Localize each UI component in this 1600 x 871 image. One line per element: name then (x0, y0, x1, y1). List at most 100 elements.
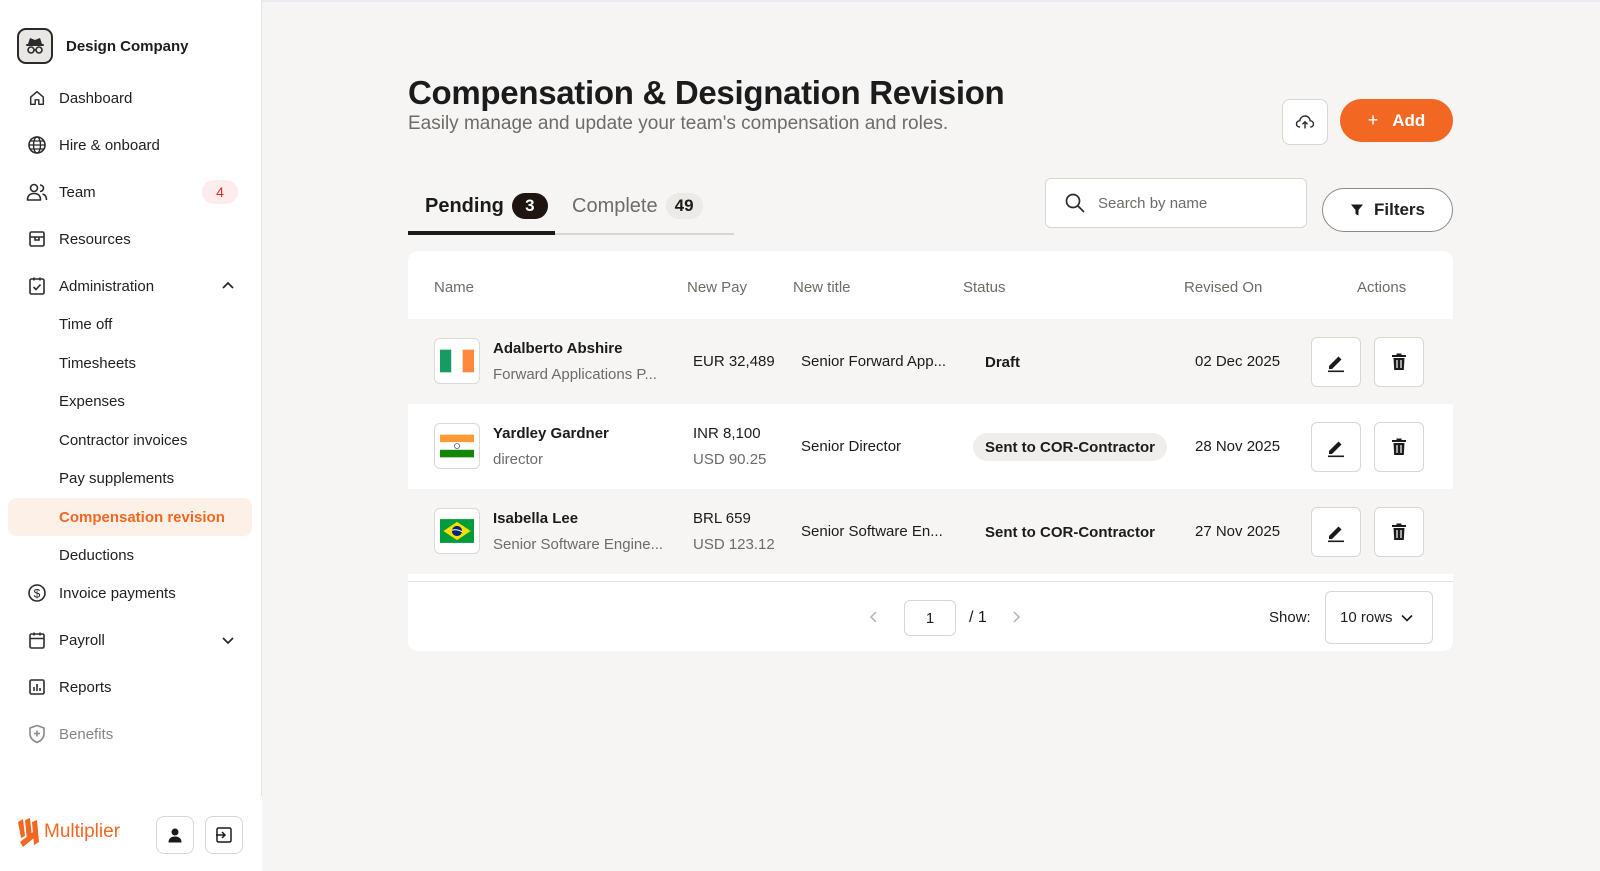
dollar-circle-icon: $ (26, 582, 48, 604)
sidebar-footer: Multiplier (0, 796, 262, 871)
tab-complete[interactable]: Complete 49 (572, 177, 703, 235)
revised-on: 28 Nov 2025 (1195, 438, 1281, 455)
delete-button[interactable] (1374, 507, 1424, 557)
new-title: Senior Software En... (801, 523, 943, 540)
column-header-name[interactable]: Name (434, 279, 474, 296)
sidebar-item-label: Deductions (59, 546, 135, 564)
filters-button-label: Filters (1373, 200, 1426, 219)
sidebar-item-administration[interactable]: Administration (0, 266, 262, 306)
sidebar-item-benefits[interactable]: Benefits (0, 714, 262, 754)
svg-text:$: $ (34, 587, 41, 601)
tab-count-badge: 3 (511, 193, 548, 219)
search-input[interactable] (1098, 194, 1288, 212)
chevron-up-icon (222, 281, 234, 289)
rows-per-page-value: 10 rows (1340, 609, 1393, 626)
sidebar-item-payroll[interactable]: Payroll (0, 620, 262, 660)
column-header-new-title[interactable]: New title (793, 279, 851, 296)
revised-on: 02 Dec 2025 (1195, 353, 1281, 370)
edit-button[interactable] (1311, 507, 1361, 557)
employee-role: Senior Software Engine... (493, 536, 664, 553)
delete-button[interactable] (1374, 337, 1424, 387)
search-icon (1065, 193, 1085, 213)
sidebar-item-label: Hire & onboard (59, 136, 160, 154)
ireland-flag-icon (434, 338, 480, 384)
company-name: Design Company (66, 37, 189, 55)
delete-button[interactable] (1374, 422, 1424, 472)
users-icon (26, 181, 48, 203)
tab-label: Pending (425, 194, 504, 217)
logout-button[interactable] (205, 816, 243, 854)
column-header-new-pay[interactable]: New Pay (687, 279, 747, 296)
tab-count-badge: 49 (665, 193, 703, 219)
main-content: Compensation & Designation Revision Easi… (262, 0, 1600, 871)
sidebar-item-label: Expenses (59, 392, 125, 410)
table-row[interactable]: Yardley Gardner director INR 8,100 USD 9… (408, 404, 1453, 489)
rows-per-page-select[interactable]: 10 rows (1325, 591, 1433, 644)
column-header-revised-on[interactable]: Revised On (1184, 279, 1262, 296)
upload-button[interactable] (1282, 99, 1328, 145)
sidebar-item-invoice-payments[interactable]: $ Invoice payments (0, 573, 262, 613)
sidebar-item-label: Timesheets (59, 354, 136, 372)
sidebar-item-expenses[interactable]: Expenses (8, 382, 252, 420)
revisions-table: Name New Pay New title Status Revised On… (408, 251, 1453, 651)
shield-plus-icon (26, 723, 48, 745)
sidebar-item-label: Resources (59, 230, 131, 248)
status-badge: Sent to COR-Contractor (973, 433, 1167, 461)
trash-icon (1392, 523, 1406, 540)
sidebar-item-time-off[interactable]: Time off (8, 305, 252, 343)
sidebar-item-dashboard[interactable]: Dashboard (0, 78, 262, 118)
multiplier-logo: Multiplier (16, 816, 120, 848)
sidebar-item-team[interactable]: Team 4 (0, 172, 262, 212)
sidebar-item-label: Administration (59, 277, 155, 295)
add-button-label: Add (1392, 110, 1426, 130)
sidebar-item-reports[interactable]: Reports (0, 667, 262, 707)
filters-button[interactable]: Filters (1322, 188, 1453, 232)
brazil-flag-icon (434, 508, 480, 554)
sidebar-item-contractor-invoices[interactable]: Contractor invoices (8, 421, 252, 459)
sidebar-item-timesheets[interactable]: Timesheets (8, 344, 252, 382)
rows-per-page-label: Show: (1269, 609, 1311, 626)
filter-icon (1350, 204, 1363, 216)
revised-on: 27 Nov 2025 (1195, 523, 1281, 540)
edit-button[interactable] (1311, 337, 1361, 387)
add-button[interactable]: + Add (1340, 99, 1453, 142)
sidebar-item-resources[interactable]: Resources (0, 219, 262, 259)
chevron-left-icon[interactable] (868, 610, 880, 624)
sidebar-item-label: Invoice payments (59, 584, 176, 602)
new-pay: BRL 659 (693, 510, 751, 527)
profile-button[interactable] (156, 816, 194, 854)
multiplier-logo-icon (18, 818, 39, 847)
table-row[interactable]: Isabella Lee Senior Software Engine... B… (408, 489, 1453, 574)
chevron-right-icon[interactable] (1010, 610, 1022, 624)
employee-role: director (493, 451, 544, 468)
sidebar-item-deductions[interactable]: Deductions (8, 536, 252, 574)
sidebar-item-compensation-revision[interactable]: Compensation revision (8, 498, 252, 536)
tab-pending[interactable]: Pending 3 (425, 177, 548, 235)
sidebar-item-label: Compensation revision (59, 508, 225, 526)
employee-name[interactable]: Yardley Gardner (493, 425, 609, 442)
sidebar-item-label: Dashboard (59, 89, 133, 107)
status-badge: Sent to COR-Contractor (985, 523, 1155, 541)
new-pay: EUR 32,489 (693, 353, 775, 370)
edit-icon (1328, 526, 1344, 543)
user-icon (168, 828, 182, 843)
employee-name[interactable]: Adalberto Abshire (493, 340, 622, 357)
column-header-status[interactable]: Status (963, 279, 1006, 296)
trash-icon (1392, 353, 1406, 370)
sidebar-item-label: Pay supplements (59, 469, 175, 487)
table-row[interactable]: Adalberto Abshire Forward Applications P… (408, 319, 1453, 404)
home-icon (26, 87, 48, 109)
spy-icon (26, 38, 44, 54)
trash-icon (1392, 438, 1406, 455)
bar-chart-icon (26, 676, 48, 698)
search-box[interactable] (1045, 178, 1307, 228)
company-switcher[interactable]: Design Company (17, 28, 189, 64)
employee-name[interactable]: Isabella Lee (493, 510, 578, 527)
box-icon (26, 228, 48, 250)
sidebar-item-hire-onboard[interactable]: Hire & onboard (0, 125, 262, 165)
page-number-input[interactable]: 1 (904, 600, 956, 636)
edit-button[interactable] (1311, 422, 1361, 472)
edit-icon (1328, 441, 1344, 458)
sidebar-item-label: Payroll (59, 631, 105, 649)
sidebar-item-pay-supplements[interactable]: Pay supplements (8, 459, 252, 497)
